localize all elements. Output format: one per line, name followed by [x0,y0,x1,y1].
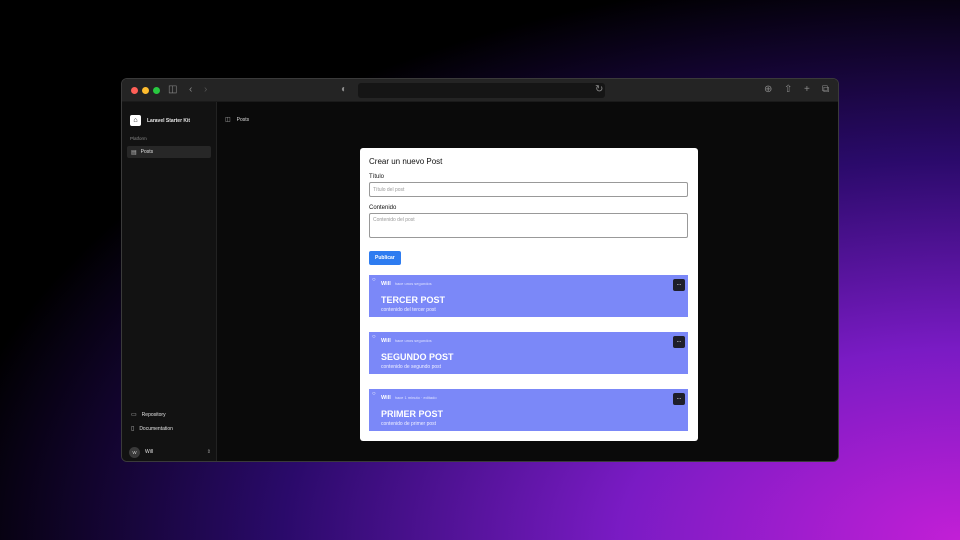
comment-icon: ○ [372,277,376,283]
share-icon[interactable]: ⇧ [784,84,792,96]
book-icon: ▯ [131,426,135,432]
post-form-card: Crear un nuevo Post Título Título del po… [360,148,698,441]
new-tab-icon[interactable]: + [804,84,810,96]
post-time: hace unos segundos [394,338,432,343]
comment-icon: ○ [372,391,376,397]
breadcrumb: ◫ Posts [225,116,250,124]
title-label: Título [369,174,385,180]
post-card: ○ Will hace unos segundos TERCER POST co… [369,275,688,317]
zoom-window-button[interactable] [153,87,160,94]
post-menu-button[interactable]: ... [673,279,685,291]
post-body: contenido del tercer post [381,307,436,313]
post-author: Will [381,281,391,287]
folder-icon: ▭ [131,412,137,418]
user-menu[interactable]: W Will ⇕ [129,445,211,459]
app-brand[interactable]: ⌂ Laravel Starter Kit [130,115,190,126]
avatar: W [129,446,140,458]
sidebar: ⌂ Laravel Starter Kit Platform ▤ Posts ▭… [122,102,217,461]
repository-link[interactable]: ▭ Repository [131,411,166,419]
comment-icon: ○ [372,334,376,340]
documentation-label: Documentation [139,425,173,432]
page-title: Crear un nuevo Post [369,157,443,166]
chevron-up-down-icon: ⇕ [206,449,211,455]
sidebar-toggle-icon[interactable]: ◫ [225,116,231,123]
tabs-overview-icon[interactable]: ⧉ [822,84,829,96]
user-name: Will [145,449,154,455]
sidebar-item-posts[interactable]: ▤ Posts [127,146,211,158]
browser-window: ◫ ‹ › ◐ ↻ ⊕ ⇧ + ⧉ ⌂ Laravel Starter Kit … [121,78,839,462]
publish-button[interactable]: Publicar [369,251,401,265]
post-time: hace unos segundos [394,281,432,286]
browser-titlebar: ◫ ‹ › ◐ ↻ ⊕ ⇧ + ⧉ [122,79,838,102]
laravel-logo-icon: ⌂ [130,115,141,126]
back-icon[interactable]: ‹ [189,84,192,96]
post-body: contenido de primer post [381,421,437,427]
sidebar-item-label: Posts [140,149,154,155]
post-title: SEGUNDO POST [381,352,454,362]
post-author: Will [381,395,391,401]
app-name: Laravel Starter Kit [147,117,191,124]
content-label: Contenido [369,205,397,211]
post-time: hace 1 minuto · editado [394,395,437,400]
post-author: Will [381,338,391,344]
documentation-link[interactable]: ▯ Documentation [131,425,173,433]
address-bar[interactable] [358,83,605,98]
post-menu-button[interactable]: ... [673,336,685,348]
main-content: ◫ Posts Crear un nuevo Post Título Títul… [218,102,838,461]
post-body: contenido de segundo post [381,364,442,370]
reload-icon[interactable]: ↻ [595,84,603,96]
post-card: ○ Will hace unos segundos SEGUNDO POST c… [369,332,688,374]
section-label: Platform [130,136,147,141]
close-window-button[interactable] [131,87,138,94]
post-menu-button[interactable]: ... [673,393,685,405]
forward-icon[interactable]: › [204,84,207,96]
minimize-window-button[interactable] [142,87,149,94]
window-controls [131,87,160,94]
title-input[interactable]: Título del post [369,182,688,197]
download-icon[interactable]: ⊕ [764,84,772,96]
post-title: TERCER POST [381,295,446,305]
repository-label: Repository [141,411,166,418]
breadcrumb-label: Posts [236,116,250,123]
shield-icon[interactable]: ◐ [341,84,347,96]
content-textarea[interactable]: Contenido del post [369,213,688,238]
posts-icon: ▤ [131,149,137,156]
post-card: ○ Will hace 1 minuto · editado PRIMER PO… [369,389,688,431]
sidebar-toggle-icon[interactable]: ◫ [168,84,177,96]
post-title: PRIMER POST [381,409,444,419]
